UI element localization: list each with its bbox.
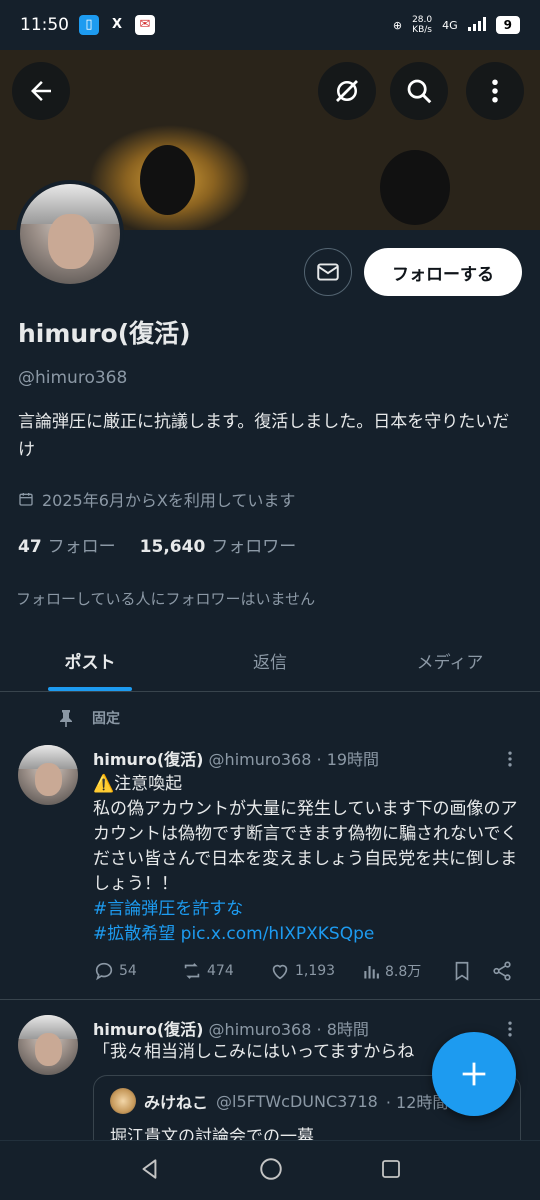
tab-media[interactable]: メディア — [360, 630, 540, 691]
profile-avatar[interactable] — [16, 180, 124, 288]
nav-recents-button[interactable] — [379, 1157, 403, 1185]
media-link[interactable]: pic.x.com/hIXPXKSQpe — [181, 924, 375, 944]
tweet-line-main: 私の偽アカウントが大量に発生しています下の画像のアカウントは偽物です断言できます… — [93, 799, 518, 894]
tweet-more-button[interactable] — [498, 1017, 522, 1041]
following-link[interactable]: 47 フォロー — [18, 532, 116, 557]
battery-indicator: 9 — [495, 16, 520, 34]
tab-replies[interactable]: 返信 — [180, 630, 360, 691]
more-vertical-icon — [508, 751, 512, 767]
status-time: 11:50 — [20, 15, 69, 35]
tweet-header: himuro(復活) @himuro368 · 8時間 — [93, 1016, 369, 1040]
active-tab-indicator — [48, 687, 132, 691]
avatar-face — [48, 214, 94, 269]
back-arrow-icon — [31, 81, 51, 101]
message-button[interactable] — [304, 248, 352, 296]
repost-icon — [184, 963, 200, 979]
status-bar: 11:50 ▯ X ✉ ⊕ 28.0 KB/s 4G 9 — [0, 0, 540, 50]
bookmark-button[interactable] — [451, 960, 491, 982]
tweet-time: · 19時間 — [316, 750, 380, 769]
hashtag-link[interactable]: #拡散希望 — [93, 924, 175, 944]
profile-handle: @himuro368 — [18, 368, 128, 388]
profile-tabs: ポスト 返信 メディア — [0, 630, 540, 692]
nav-home-button[interactable] — [258, 1156, 284, 1186]
follow-stats: 47 フォロー 15,640 フォロワー — [18, 532, 296, 557]
pin-icon — [60, 710, 72, 727]
more-vertical-icon — [492, 79, 498, 103]
data-saver-icon: ⊕ — [392, 18, 403, 32]
views-chart-icon — [364, 966, 379, 979]
like-button[interactable]: 1,193 — [269, 960, 361, 982]
nav-back-button[interactable] — [137, 1156, 163, 1186]
envelope-icon — [317, 263, 339, 281]
views-button[interactable]: 8.8万 — [361, 961, 451, 981]
grok-button[interactable] — [318, 62, 376, 120]
pinned-indicator: 固定 — [58, 708, 120, 728]
tweet-avatar[interactable] — [18, 1015, 78, 1075]
network-type: 4G — [442, 18, 458, 32]
tweet-author-name[interactable]: himuro(復活) — [93, 1020, 203, 1039]
share-icon — [493, 961, 511, 981]
joined-text: 2025年6月からXを利用しています — [42, 491, 296, 510]
quoted-author-name: みけねこ — [144, 1093, 209, 1112]
back-button[interactable] — [12, 62, 70, 120]
bookmark-icon — [455, 961, 469, 981]
tweet-avatar[interactable] — [18, 745, 78, 805]
reply-button[interactable]: 54 — [93, 960, 181, 982]
joined-date: 2025年6月からXを利用しています — [18, 487, 295, 511]
share-button[interactable] — [491, 960, 513, 982]
banner-cat-eye-right — [380, 150, 450, 225]
quoted-author-avatar — [110, 1088, 136, 1114]
tweet-author-name[interactable]: himuro(復活) — [93, 750, 203, 769]
square-recents-icon — [381, 1159, 400, 1178]
grok-icon — [336, 80, 358, 102]
tweet-author-handle: @himuro368 — [208, 1020, 312, 1039]
banner-cat-eye-left — [140, 145, 195, 215]
mail-app-icon: ✉ — [135, 15, 155, 35]
reply-icon — [95, 962, 113, 981]
tweet-time: · 8時間 — [316, 1020, 369, 1039]
heart-icon — [272, 964, 288, 980]
circle-home-icon — [260, 1157, 282, 1180]
follow-button[interactable]: フォローする — [364, 248, 522, 296]
more-vertical-icon — [508, 1021, 512, 1037]
tweet-line-warning: ⚠️注意喚起 — [93, 774, 183, 794]
quoted-author-handle: @l5FTWcDUNC3718 — [216, 1091, 378, 1111]
network-speed: 28.0 KB/s — [412, 15, 433, 35]
app-notification-icon: ▯ — [79, 15, 99, 35]
triangle-back-icon — [142, 1158, 157, 1179]
plus-icon — [462, 1062, 486, 1086]
tweet-more-button[interactable] — [498, 747, 522, 771]
hashtag-link[interactable]: #言論弾圧を許すな — [93, 899, 243, 919]
more-options-button[interactable] — [466, 62, 524, 120]
calendar-icon — [19, 493, 33, 506]
profile-name: himuro(復活) — [18, 319, 191, 348]
system-nav-bar — [0, 1140, 540, 1200]
x-app-icon: X — [111, 17, 123, 32]
followers-link[interactable]: 15,640 フォロワー — [140, 532, 297, 557]
tweet-author-handle: @himuro368 — [208, 750, 312, 769]
search-icon — [407, 79, 432, 104]
tweet-header: himuro(復活) @himuro368 · 19時間 — [93, 746, 379, 770]
signal-icon — [467, 16, 486, 34]
compose-post-button[interactable] — [432, 1032, 516, 1116]
search-button[interactable] — [390, 62, 448, 120]
tweet-divider — [0, 999, 540, 1000]
tweet-text: ⚠️注意喚起 私の偽アカウントが大量に発生しています下の画像のアカウントは偽物で… — [93, 772, 523, 947]
followers-you-know[interactable]: フォローしている人にフォロワーはいません — [16, 588, 315, 609]
tweet-actions: 54 474 1,193 8.8万 — [93, 960, 523, 982]
repost-button[interactable]: 474 — [181, 960, 269, 982]
tab-posts[interactable]: ポスト — [0, 630, 180, 691]
profile-bio: 言論弾圧に厳正に抗議します。復活しました。日本を守りたいだけ — [18, 412, 510, 460]
